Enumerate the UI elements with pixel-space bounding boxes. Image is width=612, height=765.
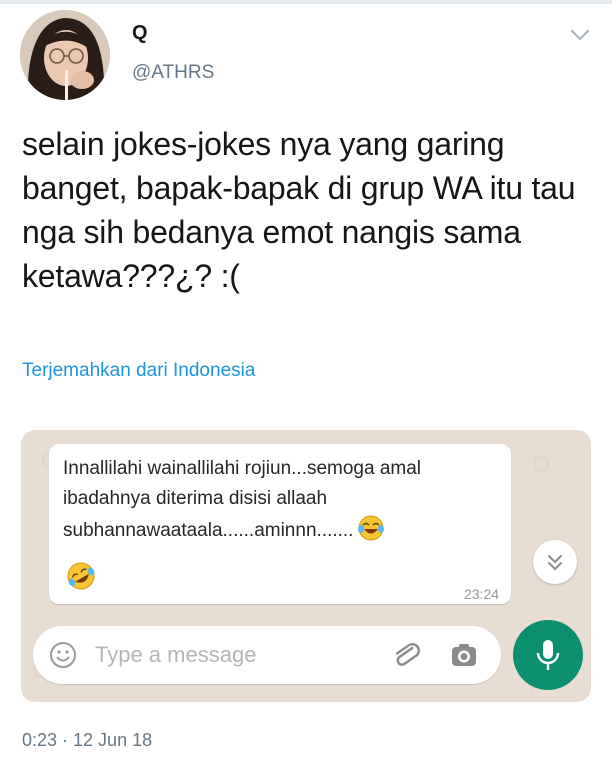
user-handle[interactable]: @ATHRS xyxy=(132,62,214,84)
rolling-on-floor-laughing-icon xyxy=(65,560,97,597)
display-name[interactable]: Q xyxy=(132,22,148,45)
tweet-text: selain jokes-jokes nya yang garing bange… xyxy=(22,126,576,294)
message-text-wrap: Innallilahi wainallilahi rojiun...semoga… xyxy=(63,454,503,552)
profile-photo xyxy=(20,10,110,100)
chevron-down-icon[interactable] xyxy=(566,24,594,46)
microphone-icon xyxy=(536,640,560,670)
translate-link[interactable]: Terjemahkan dari Indonesia xyxy=(22,360,255,382)
microphone-button[interactable] xyxy=(513,620,583,690)
face-with-tears-of-joy-icon xyxy=(357,514,385,552)
emoji-icon[interactable] xyxy=(47,639,79,671)
message-bubble[interactable]: Innallilahi wainallilahi rojiun...semoga… xyxy=(49,444,511,604)
message-time: 23:24 xyxy=(463,586,499,602)
message-input[interactable] xyxy=(95,636,355,674)
whatsapp-screenshot: Innallilahi wainallilahi rojiun...semoga… xyxy=(21,430,591,702)
message-composer xyxy=(33,626,501,684)
top-divider xyxy=(0,0,612,4)
scroll-down-button[interactable] xyxy=(533,540,577,584)
paperclip-icon[interactable] xyxy=(389,638,423,672)
double-chevron-down-icon xyxy=(548,555,562,571)
avatar[interactable] xyxy=(20,10,110,100)
tweet-timestamp[interactable]: 0:23 · 12 Jun 18 xyxy=(22,730,152,751)
camera-icon[interactable] xyxy=(447,638,481,672)
